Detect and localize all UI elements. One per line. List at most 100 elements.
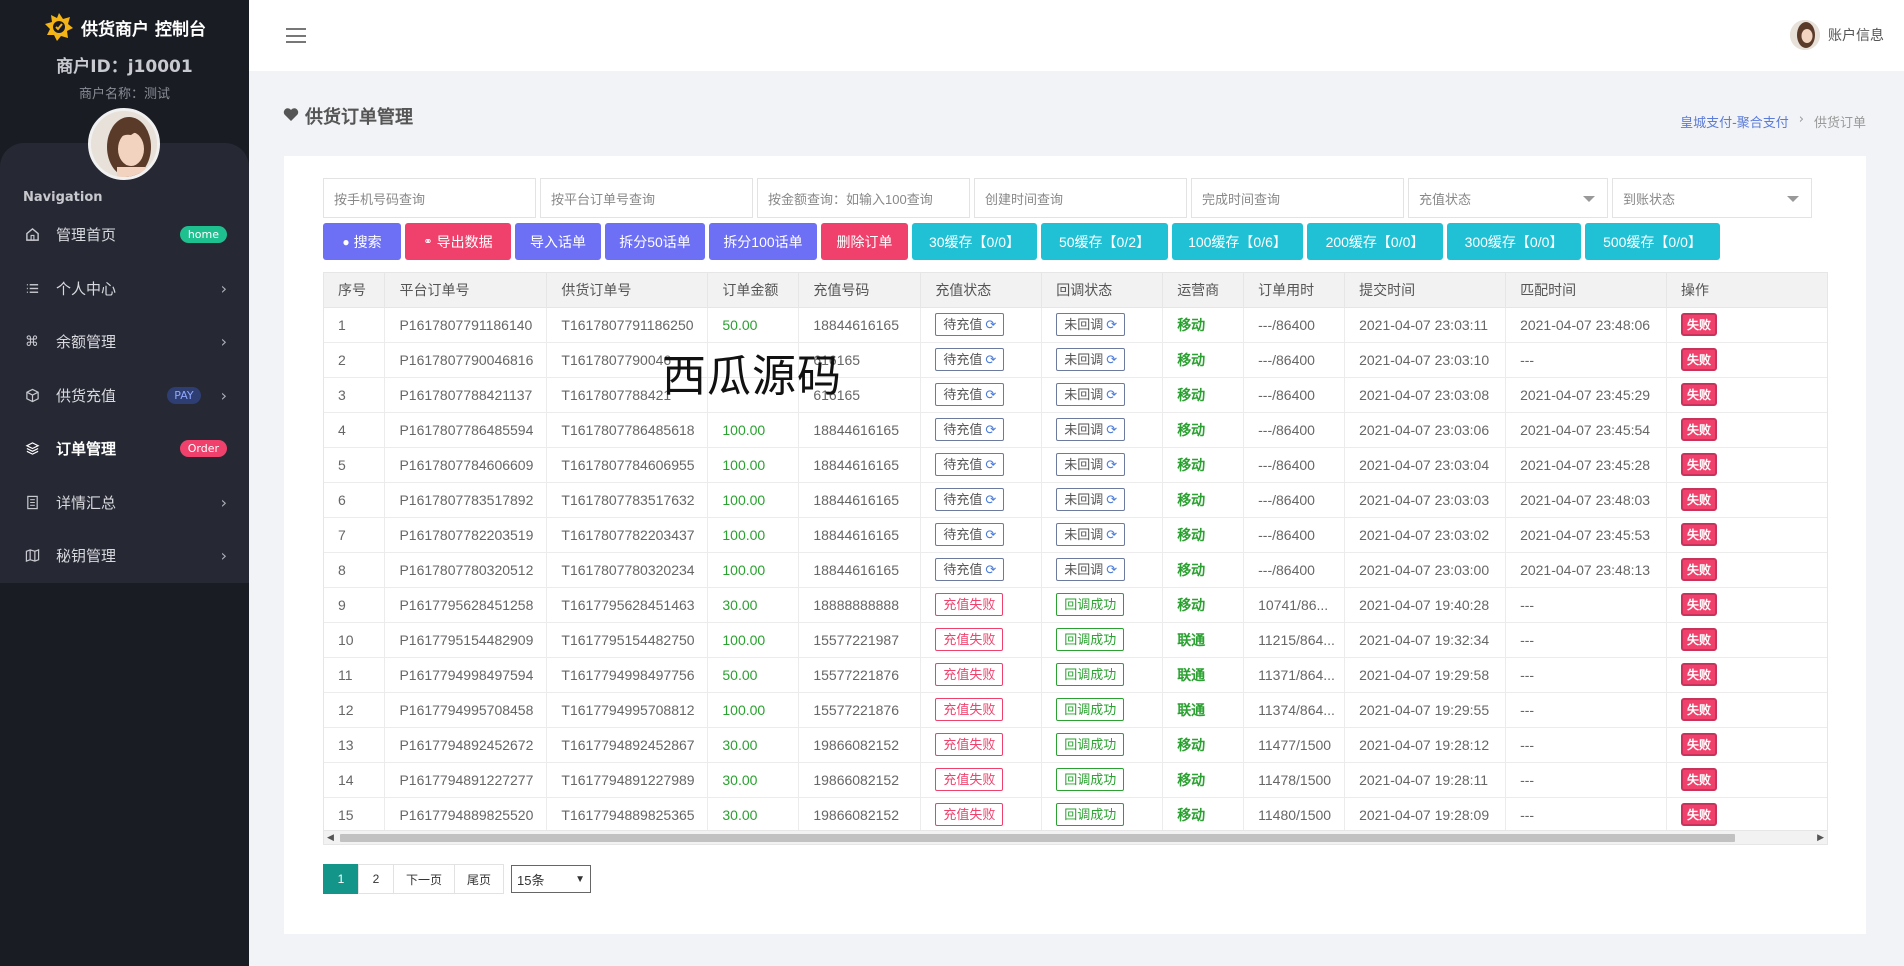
fail-button[interactable]: 失败 bbox=[1681, 593, 1718, 616]
cache-30-button[interactable]: 30缓存【0/0】 bbox=[912, 223, 1037, 260]
cell-carrier: 移动 bbox=[1162, 342, 1245, 378]
refresh-icon[interactable]: ⟳ bbox=[1106, 457, 1117, 472]
import-button[interactable]: 导入话单 bbox=[515, 223, 601, 260]
refresh-icon[interactable]: ⟳ bbox=[1106, 387, 1117, 402]
cell-status: 充值失败 bbox=[920, 622, 1043, 658]
cell-used: 11374/864... bbox=[1243, 692, 1346, 728]
avatar[interactable] bbox=[88, 108, 160, 180]
cache-200-button[interactable]: 200缓存【0/0】 bbox=[1307, 223, 1443, 260]
fail-button[interactable]: 失败 bbox=[1681, 628, 1718, 651]
amount-search-input[interactable]: 按金额查询：如输入100查询 bbox=[757, 178, 970, 218]
refresh-icon[interactable]: ⟳ bbox=[1106, 527, 1117, 542]
fail-button[interactable]: 失败 bbox=[1681, 453, 1718, 476]
fail-button[interactable]: 失败 bbox=[1681, 383, 1718, 406]
phone-search-input[interactable]: 按手机号码查询 bbox=[323, 178, 536, 218]
watermark: 西瓜源码 bbox=[662, 351, 842, 402]
cell-platform: P1617794998497594 bbox=[384, 657, 548, 693]
delete-order-button[interactable]: 删除订单 bbox=[821, 223, 908, 260]
callback-tag: 回调成功 bbox=[1056, 663, 1125, 686]
cell-op: 失败 bbox=[1666, 552, 1827, 588]
sidebar-item-profile[interactable]: 个人中心 › bbox=[0, 262, 249, 316]
cell-no: 15 bbox=[324, 797, 386, 833]
scroll-left-icon[interactable]: ◀ bbox=[327, 833, 334, 843]
command-icon: ⌘ bbox=[25, 333, 39, 350]
cell-no: 11 bbox=[324, 657, 386, 693]
cache-300-button[interactable]: 300缓存【0/0】 bbox=[1447, 223, 1581, 260]
table-row: 2 P1617807790046816 T1617807790046 616165 待充… bbox=[324, 342, 1827, 378]
refresh-icon[interactable]: ⟳ bbox=[985, 352, 996, 367]
page-size-select[interactable]: 15条 ▼ bbox=[511, 865, 592, 893]
last-page-button[interactable]: 尾页 bbox=[454, 864, 505, 894]
cache-500-button[interactable]: 500缓存【0/0】 bbox=[1585, 223, 1720, 260]
fail-button[interactable]: 失败 bbox=[1681, 418, 1718, 441]
refresh-icon[interactable]: ⟳ bbox=[985, 492, 996, 507]
split-100-button[interactable]: 拆分100话单 bbox=[709, 223, 817, 260]
search-button[interactable]: ● 搜索 bbox=[323, 223, 401, 260]
hamburger-menu-icon[interactable] bbox=[286, 28, 306, 43]
split-50-button[interactable]: 拆分50话单 bbox=[605, 223, 705, 260]
list-icon bbox=[24, 280, 40, 296]
refresh-icon[interactable]: ⟳ bbox=[1106, 492, 1117, 507]
refresh-icon[interactable]: ⟳ bbox=[985, 527, 996, 542]
fail-button[interactable]: 失败 bbox=[1681, 663, 1718, 686]
sidebar-item-keys[interactable]: 秘钥管理 › bbox=[0, 529, 249, 583]
sidebar-item-label: 详情汇总 bbox=[56, 493, 117, 512]
cache-100-button[interactable]: 100缓存【0/6】 bbox=[1172, 223, 1303, 260]
page-1-button[interactable]: 1 bbox=[323, 864, 359, 894]
status-tag: 充值失败 bbox=[935, 768, 1004, 791]
refresh-icon[interactable]: ⟳ bbox=[1106, 422, 1117, 437]
sidebar-item-balance[interactable]: ⌘ 余额管理 › bbox=[0, 315, 249, 369]
cell-status: 待充值 ⟳ bbox=[920, 412, 1043, 448]
next-page-button[interactable]: 下一页 bbox=[393, 864, 456, 894]
refresh-icon[interactable]: ⟳ bbox=[1106, 317, 1117, 332]
callback-text: 未回调 bbox=[1064, 352, 1104, 367]
account-status-select[interactable]: 到账状态 bbox=[1612, 178, 1812, 218]
brand[interactable]: 供货商户 控制台 bbox=[0, 0, 249, 50]
breadcrumb-separator: › bbox=[1798, 112, 1804, 127]
cache-50-button[interactable]: 50缓存【0/2】 bbox=[1041, 223, 1168, 260]
fail-button[interactable]: 失败 bbox=[1681, 803, 1718, 826]
sidebar-item-recharge[interactable]: 供货充值 PAY › bbox=[0, 369, 249, 423]
created-time-input[interactable]: 创建时间查询 bbox=[974, 178, 1187, 218]
horizontal-scrollbar[interactable]: ◀ ▶ bbox=[324, 830, 1827, 844]
fail-button[interactable]: 失败 bbox=[1681, 313, 1718, 336]
refresh-icon[interactable]: ⟳ bbox=[985, 387, 996, 402]
fail-button[interactable]: 失败 bbox=[1681, 523, 1718, 546]
scroll-right-icon[interactable]: ▶ bbox=[1817, 833, 1824, 843]
refresh-icon[interactable]: ⟳ bbox=[1106, 562, 1117, 577]
sidebar-item-summary[interactable]: 详情汇总 › bbox=[0, 476, 249, 530]
scrollbar-thumb[interactable] bbox=[340, 834, 1735, 842]
recharge-status-select[interactable]: 充值状态 bbox=[1408, 178, 1608, 218]
breadcrumb-link[interactable]: 皇城支付-聚合支付 bbox=[1680, 112, 1789, 131]
sidebar-menu: 管理首页 home 个人中心 › ⌘ 余额管理 › 供货充值 PAY › 订单管… bbox=[0, 208, 249, 583]
heart-icon bbox=[283, 106, 299, 127]
chevron-right-icon: › bbox=[220, 385, 227, 405]
sidebar-item-home[interactable]: 管理首页 home bbox=[0, 208, 249, 262]
fail-button[interactable]: 失败 bbox=[1681, 488, 1718, 511]
refresh-icon[interactable]: ⟳ bbox=[1106, 352, 1117, 367]
sidebar: 供货商户 控制台 商户ID：j10001 商户名称：测试 Navigation … bbox=[0, 0, 249, 966]
completed-time-input[interactable]: 完成时间查询 bbox=[1191, 178, 1404, 218]
platform-order-search-input[interactable]: 按平台订单号查询 bbox=[540, 178, 753, 218]
refresh-icon[interactable]: ⟳ bbox=[985, 562, 996, 577]
page-title: 供货订单管理 bbox=[283, 103, 413, 129]
refresh-icon[interactable]: ⟳ bbox=[985, 317, 996, 332]
status-text: 待充值 bbox=[943, 492, 983, 507]
sidebar-item-orders[interactable]: 订单管理 Order bbox=[0, 422, 249, 476]
callback-text: 未回调 bbox=[1064, 387, 1104, 402]
page-2-button[interactable]: 2 bbox=[358, 864, 394, 894]
fail-button[interactable]: 失败 bbox=[1681, 768, 1718, 791]
account-menu[interactable]: 账户信息 bbox=[1790, 20, 1884, 50]
export-button[interactable]: ⚭ 导出数据 bbox=[405, 223, 511, 260]
fail-button[interactable]: 失败 bbox=[1681, 558, 1718, 581]
status-tag: 待充值 ⟳ bbox=[935, 313, 1005, 336]
cell-platform: P1617807788421137 bbox=[384, 377, 548, 413]
status-tag: 待充值 ⟳ bbox=[935, 453, 1005, 476]
refresh-icon[interactable]: ⟳ bbox=[985, 422, 996, 437]
status-tag: 充值失败 bbox=[935, 593, 1004, 616]
refresh-icon[interactable]: ⟳ bbox=[985, 457, 996, 472]
fail-button[interactable]: 失败 bbox=[1681, 698, 1718, 721]
fail-button[interactable]: 失败 bbox=[1681, 733, 1718, 756]
sidebar-item-label: 余额管理 bbox=[56, 333, 117, 352]
fail-button[interactable]: 失败 bbox=[1681, 348, 1718, 371]
